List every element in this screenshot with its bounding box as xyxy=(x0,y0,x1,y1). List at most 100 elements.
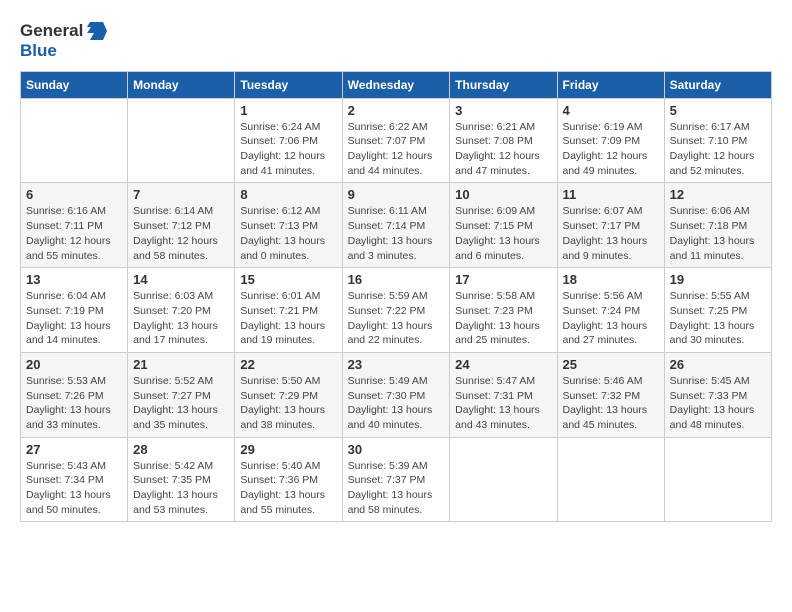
cell-info: Sunrise: 6:17 AM Sunset: 7:10 PM Dayligh… xyxy=(670,120,766,179)
cell-info: Sunrise: 6:03 AM Sunset: 7:20 PM Dayligh… xyxy=(133,289,229,348)
calendar-cell: 14 Sunrise: 6:03 AM Sunset: 7:20 PM Dayli… xyxy=(128,268,235,353)
calendar-cell xyxy=(664,437,771,522)
day-number: 24 xyxy=(455,357,551,372)
day-number: 2 xyxy=(348,103,445,118)
cell-info: Sunrise: 6:22 AM Sunset: 7:07 PM Dayligh… xyxy=(348,120,445,179)
day-number: 14 xyxy=(133,272,229,287)
day-number: 16 xyxy=(348,272,445,287)
cell-info: Sunrise: 5:39 AM Sunset: 7:37 PM Dayligh… xyxy=(348,459,445,518)
calendar-cell: 13 Sunrise: 6:04 AM Sunset: 7:19 PM Dayli… xyxy=(21,268,128,353)
cell-info: Sunrise: 5:49 AM Sunset: 7:30 PM Dayligh… xyxy=(348,374,445,433)
day-number: 12 xyxy=(670,187,766,202)
day-number: 11 xyxy=(563,187,659,202)
day-number: 27 xyxy=(26,442,122,457)
week-row-1: 1 Sunrise: 6:24 AM Sunset: 7:06 PM Daylig… xyxy=(21,98,772,183)
calendar-cell xyxy=(21,98,128,183)
cell-info: Sunrise: 5:50 AM Sunset: 7:29 PM Dayligh… xyxy=(240,374,336,433)
day-number: 10 xyxy=(455,187,551,202)
cell-info: Sunrise: 5:55 AM Sunset: 7:25 PM Dayligh… xyxy=(670,289,766,348)
calendar-cell xyxy=(450,437,557,522)
weekday-header-monday: Monday xyxy=(128,71,235,98)
calendar-cell: 30 Sunrise: 5:39 AM Sunset: 7:37 PM Dayli… xyxy=(342,437,450,522)
calendar-cell: 21Sunrise: 5:52 AM Sunset: 7:27 PM Dayli… xyxy=(128,352,235,437)
day-number: 13 xyxy=(26,272,122,287)
calendar-cell xyxy=(128,98,235,183)
cell-info: Sunrise: 5:46 AM Sunset: 7:32 PM Dayligh… xyxy=(563,374,659,433)
calendar-cell: 27 Sunrise: 5:43 AM Sunset: 7:34 PM Dayli… xyxy=(21,437,128,522)
cell-info: Sunrise: 6:06 AM Sunset: 7:18 PM Dayligh… xyxy=(670,204,766,263)
cell-info: Sunrise: 6:16 AM Sunset: 7:11 PM Dayligh… xyxy=(26,204,122,263)
day-number: 18 xyxy=(563,272,659,287)
day-number: 20 xyxy=(26,357,122,372)
day-number: 23 xyxy=(348,357,445,372)
cell-info: Sunrise: 5:59 AM Sunset: 7:22 PM Dayligh… xyxy=(348,289,445,348)
day-number: 30 xyxy=(348,442,445,457)
cell-info: Sunrise: 5:40 AM Sunset: 7:36 PM Dayligh… xyxy=(240,459,336,518)
cell-info: Sunrise: 6:09 AM Sunset: 7:15 PM Dayligh… xyxy=(455,204,551,263)
day-number: 7 xyxy=(133,187,229,202)
calendar-cell: 16 Sunrise: 5:59 AM Sunset: 7:22 PM Dayli… xyxy=(342,268,450,353)
cell-info: Sunrise: 6:07 AM Sunset: 7:17 PM Dayligh… xyxy=(563,204,659,263)
calendar-cell: 15Sunrise: 6:01 AM Sunset: 7:21 PM Dayli… xyxy=(235,268,342,353)
calendar-cell: 10 Sunrise: 6:09 AM Sunset: 7:15 PM Dayli… xyxy=(450,183,557,268)
calendar-cell: 8Sunrise: 6:12 AM Sunset: 7:13 PM Daylig… xyxy=(235,183,342,268)
calendar-cell: 5Sunrise: 6:17 AM Sunset: 7:10 PM Daylig… xyxy=(664,98,771,183)
calendar-cell: 11 Sunrise: 6:07 AM Sunset: 7:17 PM Dayli… xyxy=(557,183,664,268)
cell-info: Sunrise: 6:21 AM Sunset: 7:08 PM Dayligh… xyxy=(455,120,551,179)
cell-info: Sunrise: 5:47 AM Sunset: 7:31 PM Dayligh… xyxy=(455,374,551,433)
calendar-cell: 26Sunrise: 5:45 AM Sunset: 7:33 PM Dayli… xyxy=(664,352,771,437)
calendar-cell: 2 Sunrise: 6:22 AM Sunset: 7:07 PM Daylig… xyxy=(342,98,450,183)
day-number: 21 xyxy=(133,357,229,372)
calendar-cell: 23 Sunrise: 5:49 AM Sunset: 7:30 PM Dayli… xyxy=(342,352,450,437)
week-row-3: 13 Sunrise: 6:04 AM Sunset: 7:19 PM Dayli… xyxy=(21,268,772,353)
logo-arrow-icon xyxy=(85,20,107,42)
weekday-header-wednesday: Wednesday xyxy=(342,71,450,98)
cell-info: Sunrise: 5:56 AM Sunset: 7:24 PM Dayligh… xyxy=(563,289,659,348)
logo-blue: Blue xyxy=(20,42,107,61)
calendar-cell: 22 Sunrise: 5:50 AM Sunset: 7:29 PM Dayli… xyxy=(235,352,342,437)
logo-general: General xyxy=(20,22,83,41)
calendar-cell: 18 Sunrise: 5:56 AM Sunset: 7:24 PM Dayli… xyxy=(557,268,664,353)
day-number: 4 xyxy=(563,103,659,118)
cell-info: Sunrise: 6:24 AM Sunset: 7:06 PM Dayligh… xyxy=(240,120,336,179)
day-number: 28 xyxy=(133,442,229,457)
day-number: 3 xyxy=(455,103,551,118)
week-row-4: 20 Sunrise: 5:53 AM Sunset: 7:26 PM Dayli… xyxy=(21,352,772,437)
cell-info: Sunrise: 6:12 AM Sunset: 7:13 PM Dayligh… xyxy=(240,204,336,263)
weekday-header-tuesday: Tuesday xyxy=(235,71,342,98)
calendar-cell: 9 Sunrise: 6:11 AM Sunset: 7:14 PM Daylig… xyxy=(342,183,450,268)
day-number: 19 xyxy=(670,272,766,287)
cell-info: Sunrise: 5:58 AM Sunset: 7:23 PM Dayligh… xyxy=(455,289,551,348)
cell-info: Sunrise: 5:45 AM Sunset: 7:33 PM Dayligh… xyxy=(670,374,766,433)
weekday-header-sunday: Sunday xyxy=(21,71,128,98)
weekday-header-row: SundayMondayTuesdayWednesdayThursdayFrid… xyxy=(21,71,772,98)
day-number: 29 xyxy=(240,442,336,457)
day-number: 1 xyxy=(240,103,336,118)
logo: General Blue xyxy=(20,20,107,61)
day-number: 9 xyxy=(348,187,445,202)
calendar-cell: 17Sunrise: 5:58 AM Sunset: 7:23 PM Dayli… xyxy=(450,268,557,353)
weekday-header-friday: Friday xyxy=(557,71,664,98)
cell-info: Sunrise: 6:01 AM Sunset: 7:21 PM Dayligh… xyxy=(240,289,336,348)
calendar-cell: 25 Sunrise: 5:46 AM Sunset: 7:32 PM Dayli… xyxy=(557,352,664,437)
week-row-2: 6Sunrise: 6:16 AM Sunset: 7:11 PM Daylig… xyxy=(21,183,772,268)
calendar-cell: 19 Sunrise: 5:55 AM Sunset: 7:25 PM Dayli… xyxy=(664,268,771,353)
cell-info: Sunrise: 5:53 AM Sunset: 7:26 PM Dayligh… xyxy=(26,374,122,433)
weekday-header-thursday: Thursday xyxy=(450,71,557,98)
cell-info: Sunrise: 5:42 AM Sunset: 7:35 PM Dayligh… xyxy=(133,459,229,518)
calendar-cell: 6Sunrise: 6:16 AM Sunset: 7:11 PM Daylig… xyxy=(21,183,128,268)
calendar-cell: 1 Sunrise: 6:24 AM Sunset: 7:06 PM Daylig… xyxy=(235,98,342,183)
cell-info: Sunrise: 5:43 AM Sunset: 7:34 PM Dayligh… xyxy=(26,459,122,518)
calendar: SundayMondayTuesdayWednesdayThursdayFrid… xyxy=(20,71,772,523)
cell-info: Sunrise: 6:11 AM Sunset: 7:14 PM Dayligh… xyxy=(348,204,445,263)
calendar-cell: 29 Sunrise: 5:40 AM Sunset: 7:36 PM Dayli… xyxy=(235,437,342,522)
calendar-cell: 20 Sunrise: 5:53 AM Sunset: 7:26 PM Dayli… xyxy=(21,352,128,437)
cell-info: Sunrise: 6:04 AM Sunset: 7:19 PM Dayligh… xyxy=(26,289,122,348)
weekday-header-saturday: Saturday xyxy=(664,71,771,98)
cell-info: Sunrise: 6:14 AM Sunset: 7:12 PM Dayligh… xyxy=(133,204,229,263)
calendar-cell: 28 Sunrise: 5:42 AM Sunset: 7:35 PM Dayli… xyxy=(128,437,235,522)
calendar-cell: 4Sunrise: 6:19 AM Sunset: 7:09 PM Daylig… xyxy=(557,98,664,183)
day-number: 25 xyxy=(563,357,659,372)
calendar-cell: 24 Sunrise: 5:47 AM Sunset: 7:31 PM Dayli… xyxy=(450,352,557,437)
day-number: 22 xyxy=(240,357,336,372)
